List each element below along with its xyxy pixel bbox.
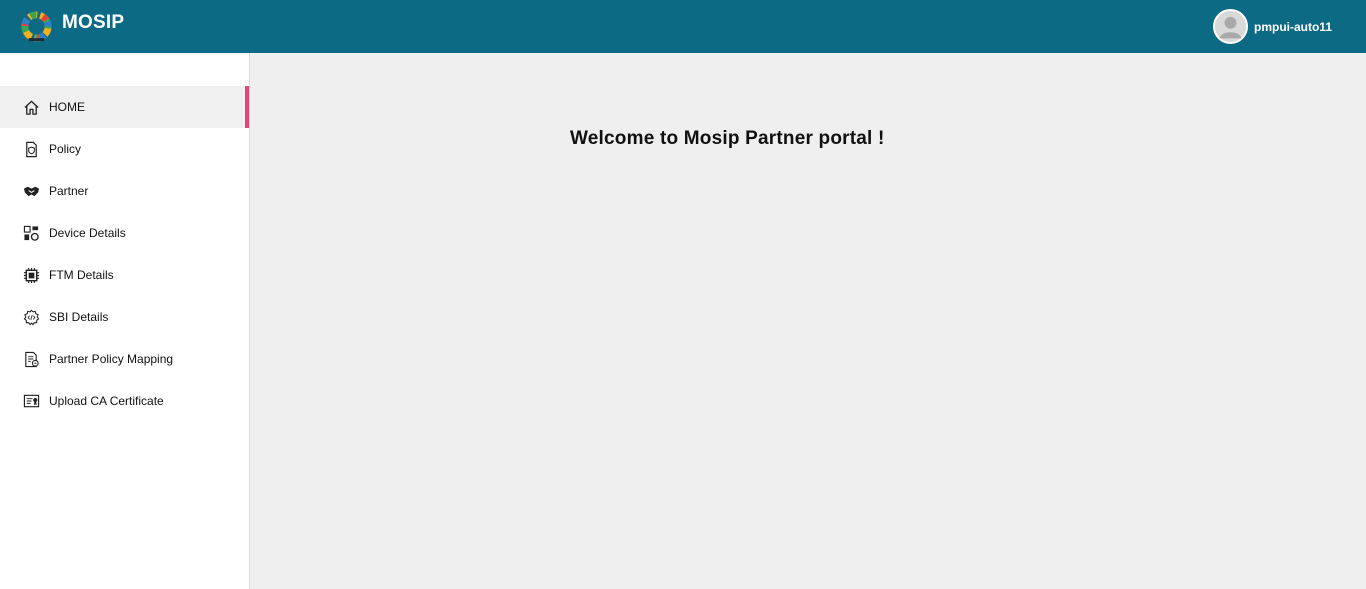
sidebar: HOME Policy Partner Device Details FTM D… bbox=[0, 53, 250, 589]
sidebar-item-label: Upload CA Certificate bbox=[49, 394, 164, 408]
chip-icon bbox=[23, 267, 40, 284]
sidebar-item-device-details[interactable]: Device Details bbox=[0, 212, 249, 254]
code-gear-icon bbox=[23, 309, 40, 326]
sidebar-item-label: Policy bbox=[49, 142, 82, 156]
username[interactable]: pmpui-auto11 bbox=[1254, 20, 1332, 34]
certificate-icon bbox=[23, 393, 40, 410]
handshake-icon bbox=[23, 183, 40, 200]
sidebar-item-label: Partner bbox=[49, 184, 89, 198]
sidebar-item-ftm-details[interactable]: FTM Details bbox=[0, 254, 249, 296]
sidebar-item-sbi-details[interactable]: SBI Details bbox=[0, 296, 249, 338]
welcome-heading: Welcome to Mosip Partner portal ! bbox=[570, 128, 885, 149]
mosip-logo-icon bbox=[21, 11, 52, 42]
sidebar-item-label: FTM Details bbox=[49, 268, 114, 282]
document-mapping-icon bbox=[23, 351, 40, 368]
sidebar-item-policy[interactable]: Policy bbox=[0, 128, 249, 170]
policy-icon bbox=[23, 141, 40, 158]
top-bar: MOSIP pmpui-auto11 bbox=[0, 0, 1366, 53]
sidebar-item-label: HOME bbox=[49, 100, 85, 114]
user-menu[interactable]: pmpui-auto11 bbox=[1212, 9, 1332, 44]
sidebar-item-partner-policy-mapping[interactable]: Partner Policy Mapping bbox=[0, 338, 249, 380]
sidebar-nav: HOME Policy Partner Device Details FTM D… bbox=[0, 86, 249, 422]
sidebar-item-home[interactable]: HOME bbox=[0, 86, 249, 128]
sidebar-item-label: Device Details bbox=[49, 226, 126, 240]
brand[interactable]: MOSIP bbox=[20, 10, 124, 43]
brand-name: MOSIP bbox=[62, 11, 125, 33]
user-avatar-icon[interactable] bbox=[1212, 9, 1248, 44]
sidebar-item-label: Partner Policy Mapping bbox=[49, 352, 174, 366]
device-icon bbox=[23, 225, 40, 242]
sidebar-item-upload-ca-certificate[interactable]: Upload CA Certificate bbox=[0, 380, 249, 422]
sidebar-item-label: SBI Details bbox=[49, 310, 109, 324]
sidebar-item-partner[interactable]: Partner bbox=[0, 170, 249, 212]
main-content: Welcome to Mosip Partner portal ! bbox=[250, 53, 1366, 589]
home-icon bbox=[23, 99, 40, 116]
